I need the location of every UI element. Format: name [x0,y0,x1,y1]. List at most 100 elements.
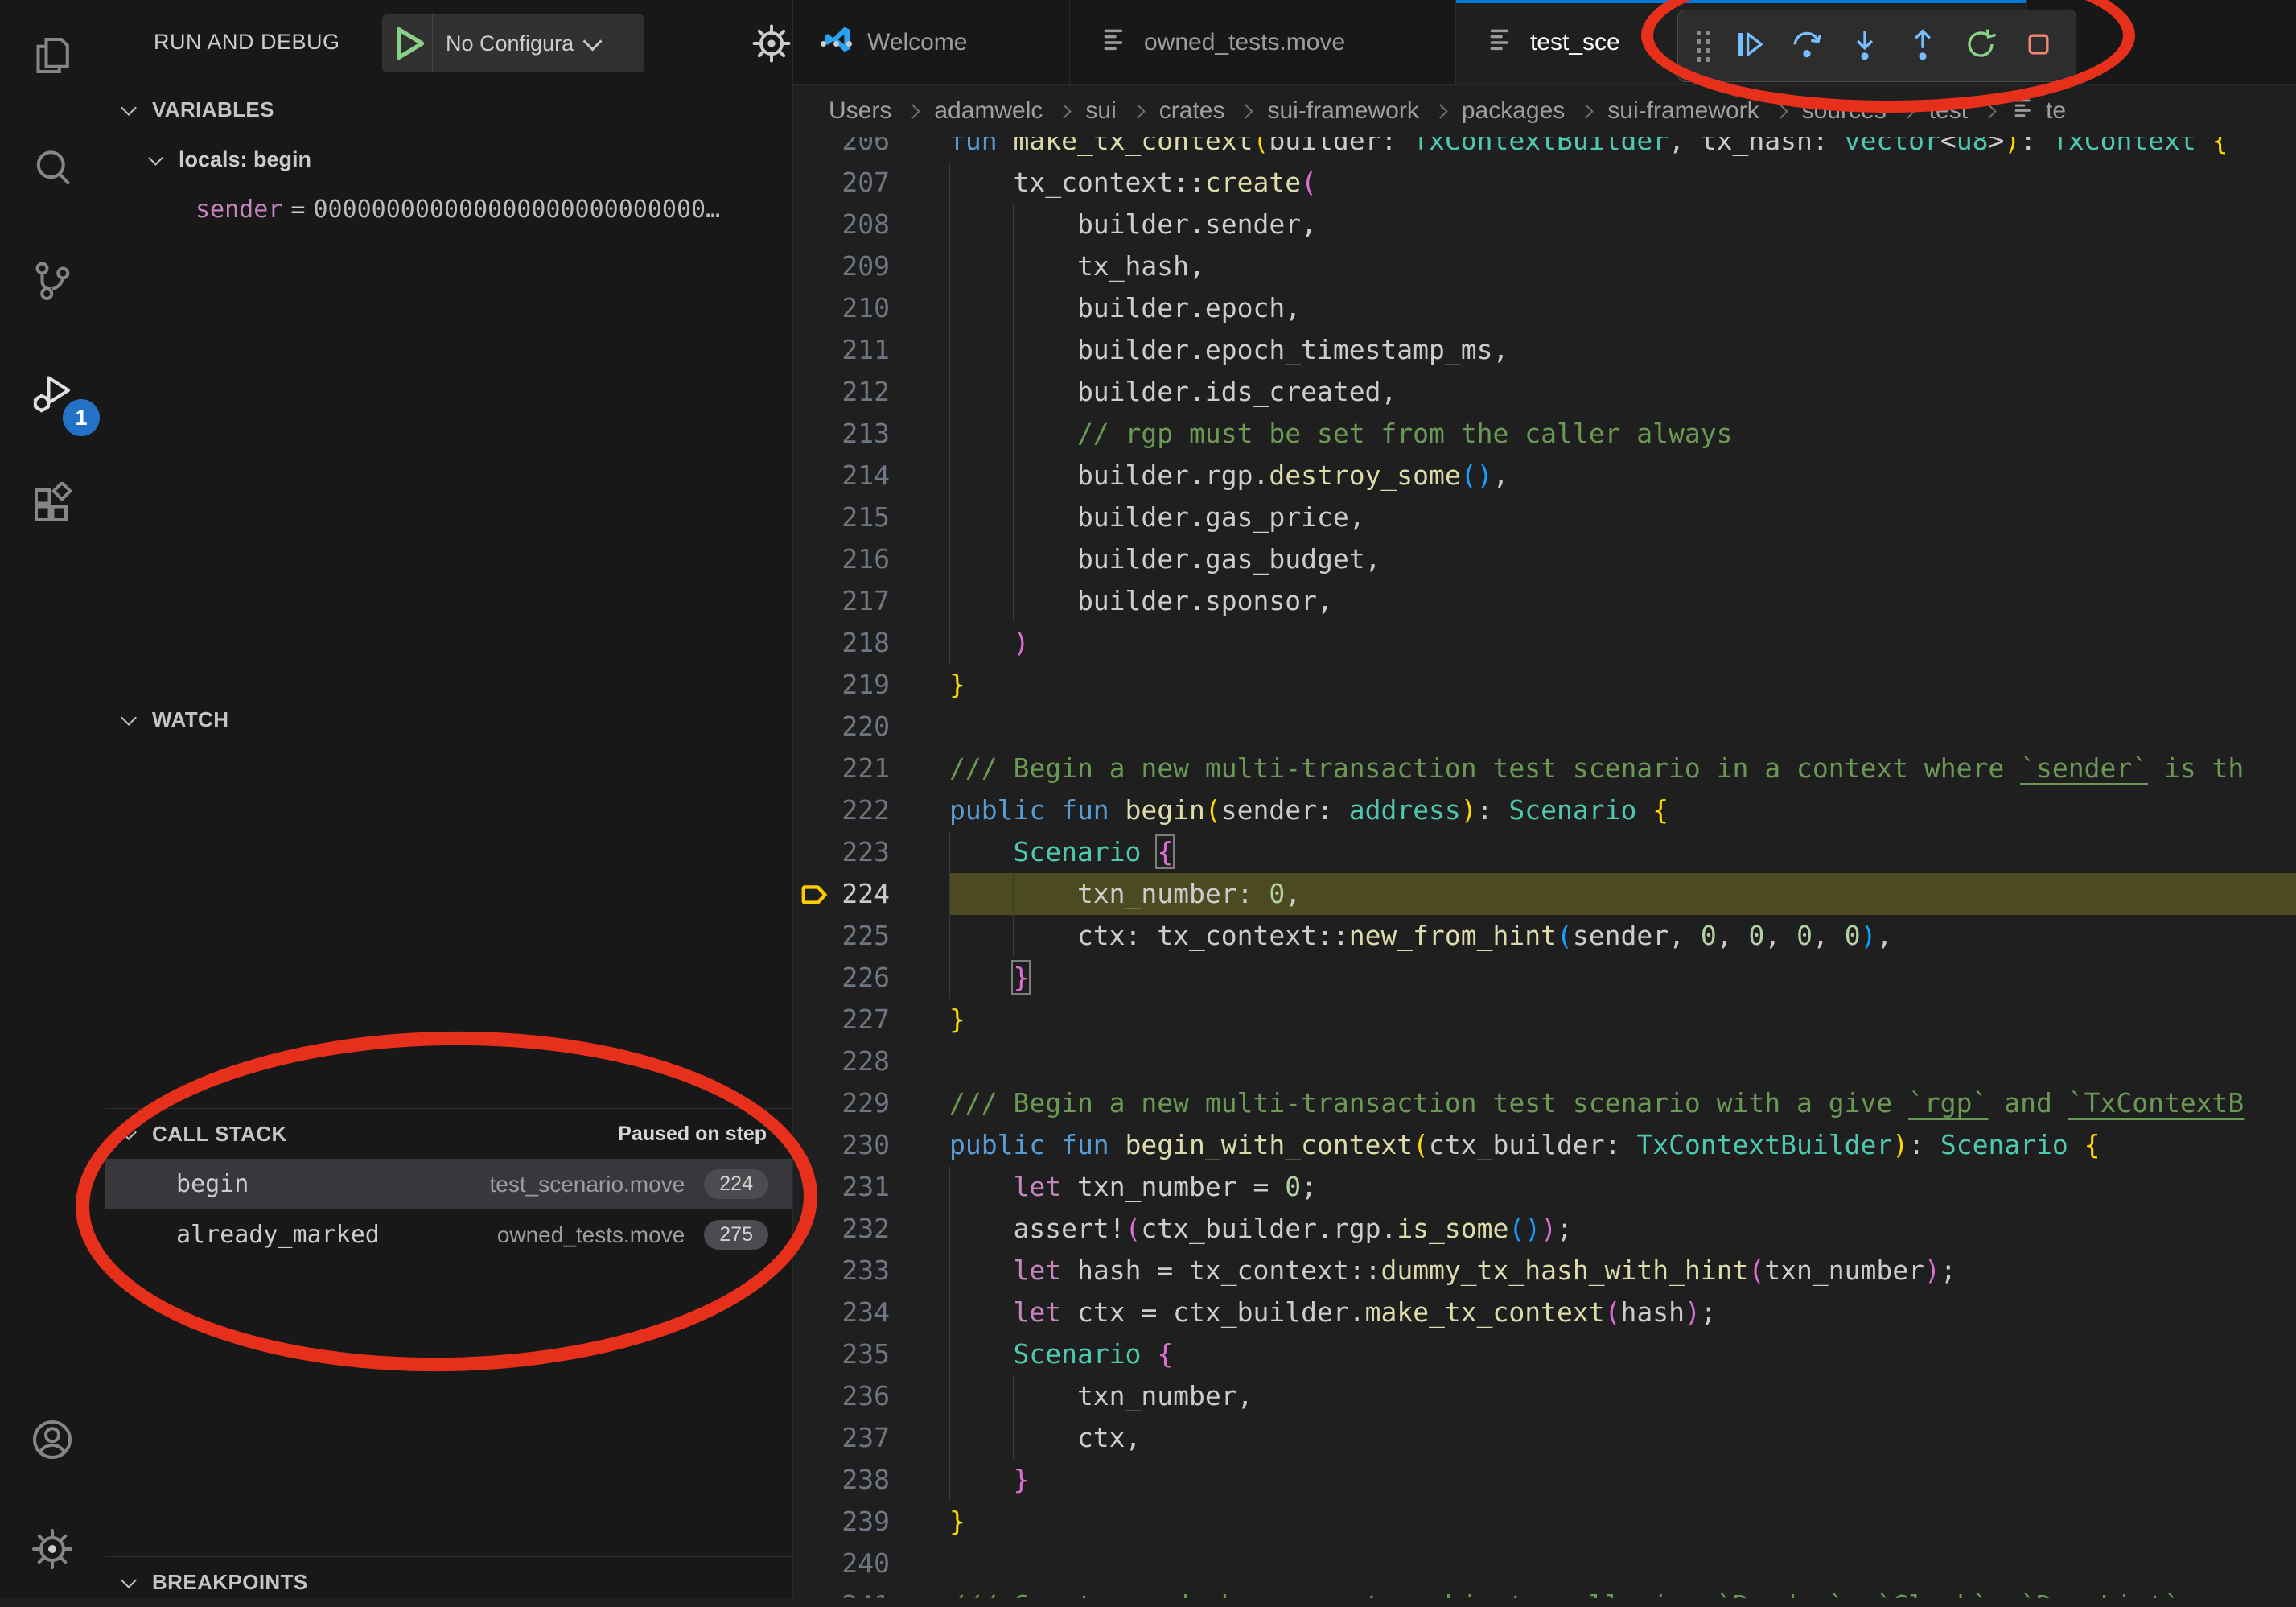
code-line-226[interactable]: 226 } [793,957,2296,999]
code-line-224[interactable]: 224 txn_number: 0, [793,873,2296,915]
gutter[interactable]: 207 [793,162,949,204]
variables-scope-row[interactable]: locals: begin [105,135,792,183]
breadcrumb-file[interactable]: te [2010,94,2066,128]
code-line-235[interactable]: 235 Scenario { [793,1333,2296,1375]
restart-button[interactable] [1955,20,2006,72]
code-line-214[interactable]: 214 builder.rgp.destroy_some(), [793,455,2296,497]
gutter[interactable]: 214 [793,455,949,497]
call-stack-frame-already_marked[interactable]: already_markedowned_tests.move275 [105,1209,792,1260]
gutter[interactable]: 234 [793,1292,949,1333]
gutter[interactable]: 212 [793,371,949,413]
gutter[interactable]: 227 [793,999,949,1040]
gutter[interactable]: 230 [793,1124,949,1166]
gutter[interactable]: 221 [793,748,949,789]
gutter[interactable]: 237 [793,1417,949,1459]
breadcrumb-item[interactable]: test [1929,97,1968,125]
code-line-239[interactable]: 239} [793,1501,2296,1543]
code-line-223[interactable]: 223 Scenario { [793,831,2296,873]
code-line-240[interactable]: 240 [793,1543,2296,1584]
code-line-208[interactable]: 208 builder.sender, [793,204,2296,245]
code-line-230[interactable]: 230public fun begin_with_context(ctx_bui… [793,1124,2296,1166]
gutter[interactable]: 240 [793,1543,949,1584]
code-line-211[interactable]: 211 builder.epoch_timestamp_ms, [793,329,2296,371]
toolbar-drag-handle-icon[interactable] [1689,23,1717,68]
activity-bar-item-explorer[interactable] [0,10,105,105]
code-area[interactable]: 206fun make_tx_context(builder: TxContex… [793,120,2296,1598]
open-launch-json-button[interactable] [749,21,794,66]
activity-bar-item-run-and-debug[interactable]: 1 [0,348,105,443]
code-line-207[interactable]: 207 tx_context::create( [793,162,2296,204]
code-line-232[interactable]: 232 assert!(ctx_builder.rgp.is_some()); [793,1208,2296,1250]
code-line-233[interactable]: 233 let hash = tx_context::dummy_tx_hash… [793,1250,2296,1292]
breadcrumb-item[interactable]: Users [829,97,891,125]
code-line-219[interactable]: 219} [793,664,2296,706]
views-more-actions-button[interactable] [812,21,860,66]
gutter[interactable]: 225 [793,915,949,957]
gutter[interactable]: 217 [793,580,949,622]
breakpoints-section-header[interactable]: BREAKPOINTS [105,1557,792,1607]
code-line-209[interactable]: 209 tx_hash, [793,245,2296,287]
gutter[interactable]: 219 [793,664,949,706]
code-line-236[interactable]: 236 txn_number, [793,1375,2296,1417]
code-line-238[interactable]: 238 } [793,1459,2296,1501]
variables-section-header[interactable]: VARIABLES [105,84,792,134]
step-out-button[interactable] [1897,20,1948,72]
code-line-218[interactable]: 218 ) [793,622,2296,664]
code-line-210[interactable]: 210 builder.epoch, [793,287,2296,329]
stop-button[interactable] [2013,20,2064,72]
code-line-237[interactable]: 237 ctx, [793,1417,2296,1459]
breadcrumb-item[interactable]: sources [1802,97,1887,125]
code-line-213[interactable]: 213 // rgp must be set from the caller a… [793,413,2296,455]
activity-bar-item-accounts[interactable] [0,1394,105,1489]
code-line-216[interactable]: 216 builder.gas_budget, [793,538,2296,580]
code-line-212[interactable]: 212 builder.ids_created, [793,371,2296,413]
activity-bar-item-source-control[interactable] [0,235,105,330]
gutter[interactable]: 231 [793,1166,949,1208]
gutter[interactable]: 208 [793,204,949,245]
call-stack-section-header[interactable]: CALL STACK Paused on step [105,1109,792,1159]
activity-bar-item-extensions[interactable] [0,460,105,555]
breadcrumb-item[interactable]: sui [1085,97,1116,125]
call-stack-frame-begin[interactable]: begintest_scenario.move224 [105,1159,792,1209]
gutter[interactable]: 211 [793,329,949,371]
breadcrumb-item[interactable]: adamwelc [934,97,1043,125]
activity-bar-item-search[interactable] [0,122,105,217]
gutter[interactable]: 228 [793,1040,949,1082]
breadcrumb-item[interactable]: sui-framework [1267,97,1418,125]
breadcrumb-item[interactable]: sui-framework [1607,97,1759,125]
code-line-220[interactable]: 220 [793,706,2296,748]
start-debugging-button[interactable] [382,14,433,72]
gutter[interactable]: 222 [793,789,949,831]
gutter[interactable]: 210 [793,287,949,329]
breadcrumb-item[interactable]: crates [1159,97,1225,125]
code-line-241[interactable]: 241/// Creates and shares system objects… [793,1584,2296,1598]
gutter[interactable]: 215 [793,497,949,538]
code-line-215[interactable]: 215 builder.gas_price, [793,497,2296,538]
gutter[interactable]: 236 [793,1375,949,1417]
gutter[interactable]: 229 [793,1082,949,1124]
continue-button[interactable] [1723,20,1775,72]
gutter[interactable]: 213 [793,413,949,455]
gutter[interactable]: 209 [793,245,949,287]
gutter[interactable]: 239 [793,1501,949,1543]
code-line-227[interactable]: 227} [793,999,2296,1040]
step-into-button[interactable] [1839,20,1891,72]
gutter[interactable]: 216 [793,538,949,580]
gutter[interactable]: 241 [793,1584,949,1598]
tab-owned_tests.move[interactable]: owned_tests.move [1070,0,1456,84]
code-line-221[interactable]: 221/// Begin a new multi-transaction tes… [793,748,2296,789]
gutter[interactable]: 235 [793,1333,949,1375]
breadcrumb-item[interactable]: packages [1462,97,1565,125]
step-over-button[interactable] [1781,20,1833,72]
gutter[interactable]: 223 [793,831,949,873]
activity-bar-item-settings[interactable] [0,1503,105,1598]
code-line-229[interactable]: 229/// Begin a new multi-transaction tes… [793,1082,2296,1124]
code-line-222[interactable]: 222public fun begin(sender: address): Sc… [793,789,2296,831]
code-line-231[interactable]: 231 let txn_number = 0; [793,1166,2296,1208]
code-line-217[interactable]: 217 builder.sponsor, [793,580,2296,622]
variable-row-sender[interactable]: sender=000000000000000000000000000… [105,185,792,233]
gutter[interactable]: 233 [793,1250,949,1292]
gutter[interactable]: 232 [793,1208,949,1250]
code-line-228[interactable]: 228 [793,1040,2296,1082]
gutter[interactable]: 224 [793,873,949,915]
